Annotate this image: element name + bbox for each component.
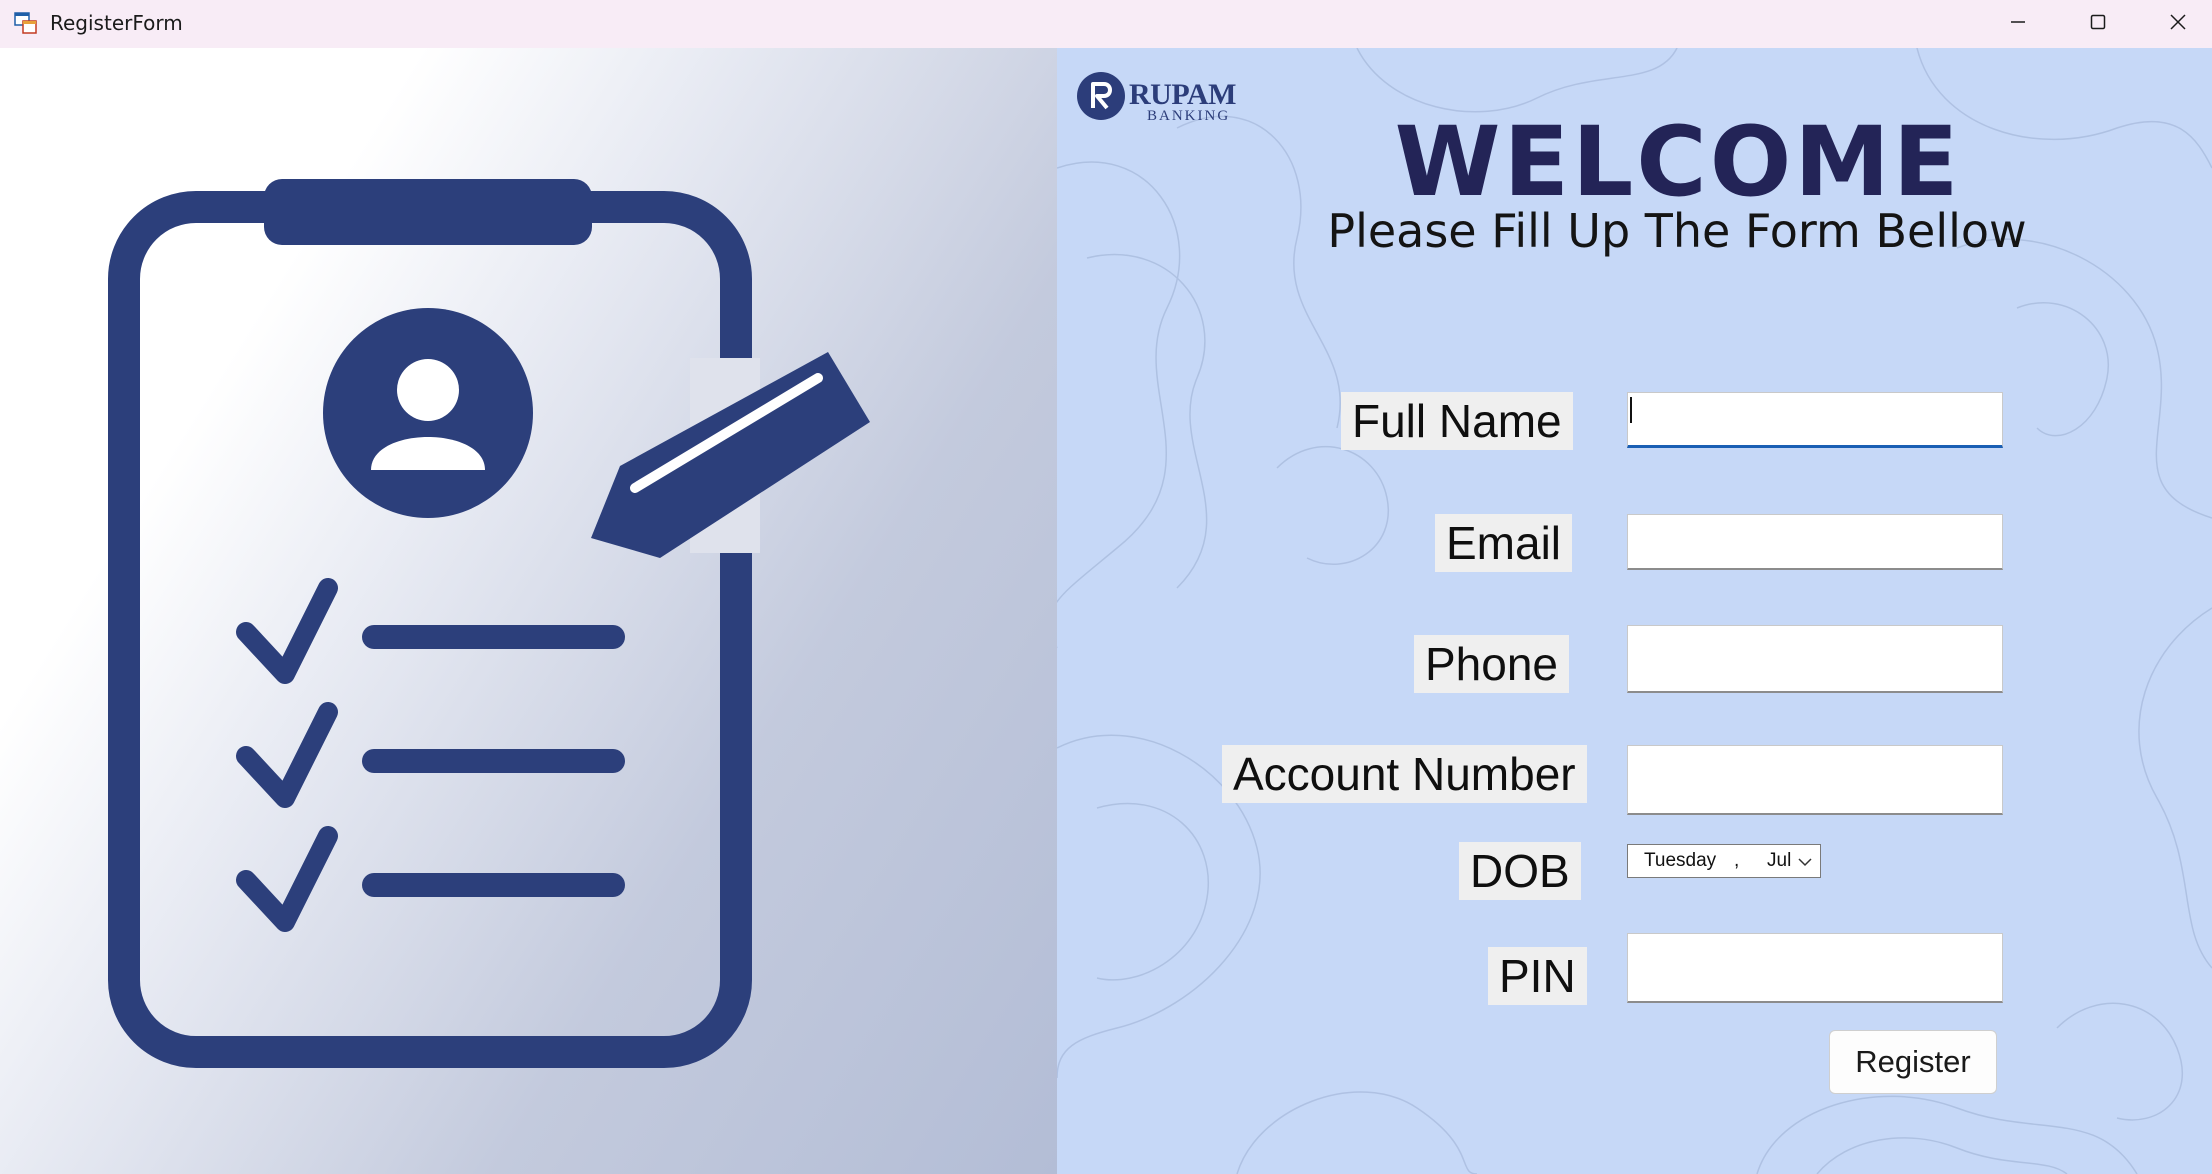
text-caret <box>1630 397 1632 423</box>
full-name-input[interactable] <box>1627 392 2003 448</box>
phone-label: Phone <box>1414 635 1570 693</box>
close-button[interactable] <box>2138 0 2212 44</box>
dob-day: Tuesday <box>1644 850 1717 871</box>
dob-month: Jul <box>1767 850 1792 871</box>
full-name-label: Full Name <box>1341 392 1573 450</box>
form-subtitle: Please Fill Up The Form Bellow <box>1327 204 2027 258</box>
maximize-button[interactable] <box>2058 0 2138 44</box>
user-avatar-icon <box>323 308 533 518</box>
close-icon <box>2170 14 2186 30</box>
account-number-input[interactable] <box>1627 745 2003 815</box>
checkmark-icon <box>236 702 338 808</box>
welcome-heading: WELCOME <box>1394 106 1962 218</box>
email-input[interactable] <box>1627 514 2003 570</box>
pin-label: PIN <box>1488 947 1587 1005</box>
dob-date-picker[interactable]: Tuesday , Jul <box>1627 844 1821 878</box>
clipboard-registration-icon <box>108 179 870 1068</box>
dob-separator: , <box>1734 850 1740 871</box>
maximize-icon <box>2090 14 2106 30</box>
app-icon <box>14 12 37 34</box>
register-button[interactable]: Register <box>1829 1030 1997 1094</box>
checkmark-icon <box>236 578 338 684</box>
register-form-panel: RUPAM BANKING WELCOME Please Fill Up The… <box>1057 48 2212 1174</box>
pencil-icon <box>591 352 870 558</box>
phone-input[interactable] <box>1627 625 2003 693</box>
minimize-icon <box>2011 21 2025 23</box>
window-titlebar: RegisterForm <box>0 0 2212 48</box>
chevron-down-icon[interactable] <box>1796 853 1814 871</box>
minimize-button[interactable] <box>1978 0 2058 44</box>
dob-label: DOB <box>1459 842 1581 900</box>
pin-input[interactable] <box>1627 933 2003 1003</box>
account-number-label: Account Number <box>1222 745 1587 803</box>
illustration-panel <box>0 48 1057 1174</box>
checkmark-icon <box>236 826 338 932</box>
window-title: RegisterForm <box>50 11 183 35</box>
email-label: Email <box>1435 514 1573 572</box>
